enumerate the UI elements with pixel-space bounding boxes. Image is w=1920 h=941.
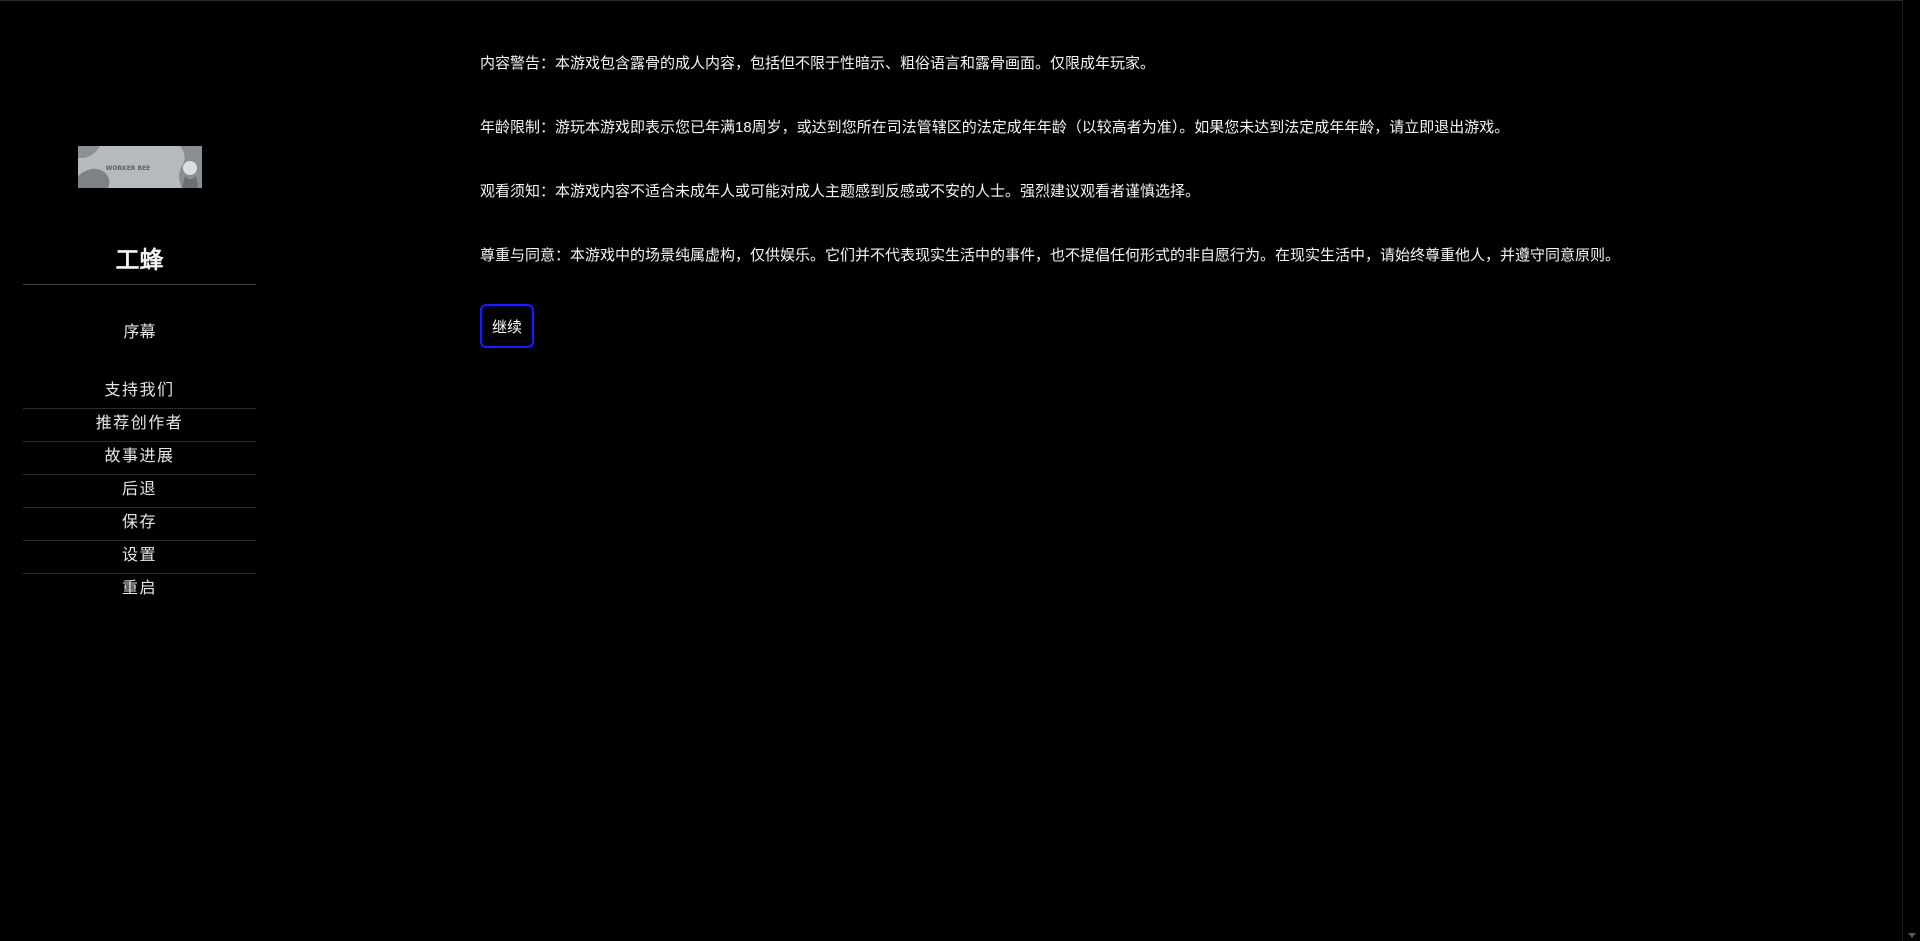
story-banner-image: WORKER BEE: [78, 146, 202, 188]
menu-item-settings[interactable]: 设置: [23, 541, 256, 574]
continue-button[interactable]: 继续: [480, 304, 534, 348]
menu-item-back[interactable]: 后退: [23, 475, 256, 508]
story-passage: 内容警告：本游戏包含露骨的成人内容，包括但不限于性暗示、粗俗语言和露骨画面。仅限…: [480, 54, 1780, 310]
prologue-link[interactable]: 序幕: [23, 318, 256, 342]
menu-item-recommended-creators[interactable]: 推荐创作者: [23, 409, 256, 442]
content-warning-paragraph: 内容警告：本游戏包含露骨的成人内容，包括但不限于性暗示、粗俗语言和露骨画面。仅限…: [480, 55, 1156, 72]
viewer-notice-paragraph: 观看须知：本游戏内容不适合未成年人或可能对成人主题感到反感或不安的人士。强烈建议…: [480, 183, 1201, 200]
scroll-down-arrow-icon[interactable]: [1908, 933, 1916, 938]
menu-item-save[interactable]: 保存: [23, 508, 256, 541]
story-sidebar: WORKER BEE 工蜂 序幕 支持我们 推荐创作者 故事进展 后退 保存 设…: [23, 0, 256, 941]
scrollbar[interactable]: [1902, 0, 1920, 941]
menu-item-restart[interactable]: 重启: [23, 574, 256, 607]
story-title: 工蜂: [115, 245, 164, 274]
title-divider: [23, 284, 256, 285]
menu-item-support-us[interactable]: 支持我们: [23, 376, 256, 409]
menu-item-story-progress[interactable]: 故事进展: [23, 442, 256, 475]
sidebar-menu: 支持我们 推荐创作者 故事进展 后退 保存 设置 重启: [23, 376, 256, 607]
banner-logo-text: WORKER BEE: [106, 165, 151, 172]
respect-consent-paragraph: 尊重与同意：本游戏中的场景纯属虚构，仅供娱乐。它们并不代表现实生活中的事件，也不…: [480, 247, 1621, 264]
top-border: [0, 0, 1920, 1]
age-restriction-paragraph: 年龄限制：游玩本游戏即表示您已年满18周岁，或达到您所在司法管辖区的法定成年年龄…: [480, 119, 1510, 136]
